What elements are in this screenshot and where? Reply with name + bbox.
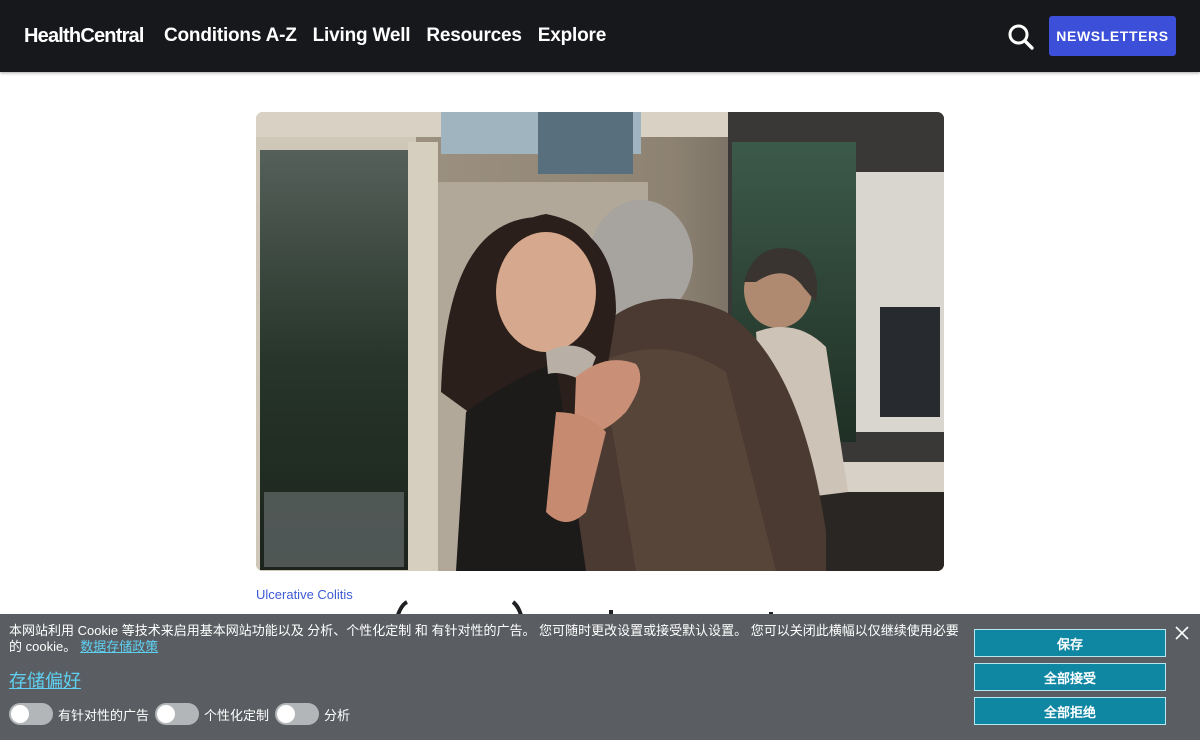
personalization-label: 个性化定制 xyxy=(204,707,270,723)
personalization-toggle[interactable] xyxy=(155,703,200,725)
analytics-label: 分析 xyxy=(324,707,351,723)
nav-resources[interactable]: Resources xyxy=(426,24,522,48)
accept-all-button[interactable]: 全部接受 xyxy=(974,663,1166,691)
save-button[interactable]: 保存 xyxy=(974,629,1166,657)
targeted-ads-label: 有针对性的广告 xyxy=(58,707,150,723)
nav-explore[interactable]: Explore xyxy=(538,24,606,48)
analytics-toggle[interactable] xyxy=(275,703,320,725)
nav-living-well[interactable]: Living Well xyxy=(313,24,411,48)
reject-all-button[interactable]: 全部拒绝 xyxy=(974,697,1166,725)
data-storage-policy-link[interactable]: 数据存储政策 xyxy=(80,639,158,654)
cookie-message: 本网站利用 Cookie 等技术来启用基本网站功能以及 分析、个性化定制 和 有… xyxy=(9,623,964,655)
site-logo[interactable]: HealthCentral xyxy=(24,24,144,48)
storage-preferences-link[interactable]: 存储偏好 xyxy=(9,667,81,693)
toggle-knob xyxy=(277,705,296,723)
consent-toggles: 有针对性的广告 个性化定制 分析 xyxy=(9,703,356,725)
site-header: HealthCentral Conditions A-Z Living Well… xyxy=(0,0,1200,72)
search-icon[interactable] xyxy=(1006,22,1036,52)
nav-conditions-a-z[interactable]: Conditions A-Z xyxy=(164,24,297,48)
main-nav: Conditions A-Z Living Well Resources Exp… xyxy=(164,24,606,48)
category-link[interactable]: Ulcerative Colitis xyxy=(256,587,353,602)
close-icon[interactable] xyxy=(1173,624,1191,642)
cookie-banner: 本网站利用 Cookie 等技术来启用基本网站功能以及 分析、个性化定制 和 有… xyxy=(0,614,1200,740)
targeted-ads-toggle[interactable] xyxy=(9,703,53,725)
newsletters-button[interactable]: NEWSLETTERS xyxy=(1049,16,1176,56)
toggle-knob xyxy=(11,705,29,723)
toggle-knob xyxy=(157,705,176,723)
hero-image xyxy=(256,112,944,571)
